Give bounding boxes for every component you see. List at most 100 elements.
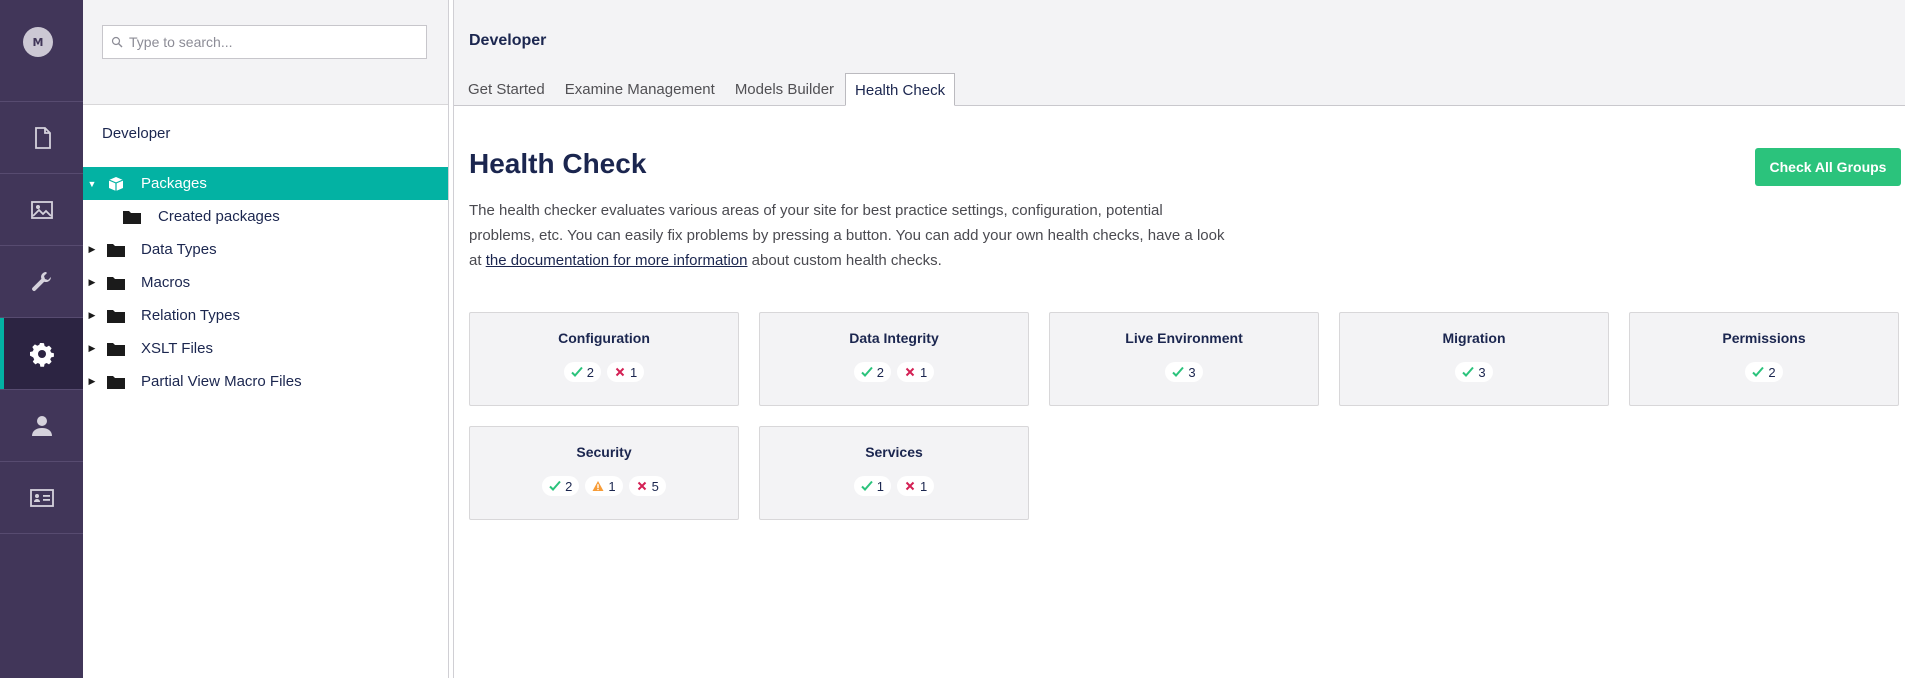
caret-down-icon[interactable]: ▼ bbox=[84, 179, 100, 189]
health-group-card[interactable]: Permissions 2 bbox=[1629, 312, 1899, 406]
tab-bar: Get Started Examine Management Models Buil… bbox=[459, 73, 957, 106]
check-icon bbox=[1172, 366, 1185, 377]
folder-icon bbox=[107, 276, 125, 290]
health-group-card[interactable]: Data Integrity 2 1 bbox=[759, 312, 1029, 406]
tree-header bbox=[83, 0, 449, 105]
health-group-card[interactable]: Migration 3 bbox=[1339, 312, 1609, 406]
check-icon bbox=[549, 480, 561, 491]
group-name: Live Environment bbox=[1125, 330, 1243, 346]
success-count: 2 bbox=[586, 364, 594, 380]
folder-icon bbox=[107, 342, 125, 356]
section-rail: M bbox=[0, 0, 83, 678]
rail-item-image[interactable] bbox=[0, 173, 83, 245]
error-count: 5 bbox=[651, 478, 659, 494]
folder-icon bbox=[107, 309, 125, 323]
error-count: 1 bbox=[920, 364, 928, 380]
success-count-badge: 2 bbox=[563, 362, 601, 382]
page-title: Health Check bbox=[469, 148, 647, 179]
description: The health checker evaluates various are… bbox=[469, 198, 1229, 273]
tree-node[interactable]: Created packages bbox=[83, 200, 449, 233]
check-all-groups-button[interactable]: Check All Groups bbox=[1755, 148, 1901, 186]
caret-right-icon[interactable]: ▶ bbox=[84, 277, 100, 288]
check-icon bbox=[571, 366, 583, 377]
section-name: Developer bbox=[469, 32, 547, 49]
tree-node-label: Partial View Macro Files bbox=[141, 373, 302, 390]
tree-node-label: Packages bbox=[141, 175, 207, 192]
rail-item-gear[interactable] bbox=[0, 317, 83, 389]
caret-right-icon[interactable]: ▶ bbox=[84, 244, 100, 255]
success-count-badge: 2 bbox=[853, 362, 891, 382]
rail-item-document[interactable] bbox=[0, 101, 83, 173]
status-badges: 3 bbox=[1340, 362, 1608, 382]
description-text-end: about custom health checks. bbox=[747, 252, 942, 269]
media-section-icon bbox=[30, 200, 53, 219]
tree-node[interactable]: ▼ Packages bbox=[83, 167, 449, 200]
rail-divider bbox=[0, 533, 83, 534]
group-name: Data Integrity bbox=[849, 330, 939, 346]
success-count-badge: 2 bbox=[542, 476, 580, 496]
success-count: 3 bbox=[1188, 364, 1196, 380]
error-x-icon bbox=[637, 481, 646, 491]
group-name: Permissions bbox=[1722, 330, 1806, 346]
main-header: Developer Get Started Examine Management M… bbox=[454, 0, 1905, 106]
content-section-icon bbox=[34, 126, 51, 149]
tab-examine-management[interactable]: Examine Management bbox=[556, 73, 724, 106]
tree-panel: Developer ▼ Packages Created packages ▶ Data… bbox=[83, 0, 449, 678]
folder-icon bbox=[123, 210, 141, 224]
settings-section-icon bbox=[31, 271, 51, 291]
tree-title: Developer bbox=[102, 125, 171, 142]
health-group-card[interactable]: Services 1 1 bbox=[759, 426, 1029, 520]
tree-node-label: Created packages bbox=[158, 208, 280, 225]
group-name: Services bbox=[865, 444, 923, 460]
tree-node-label: Data Types bbox=[141, 241, 217, 258]
warning-count-badge: 1 bbox=[585, 476, 623, 496]
tab-health-check[interactable]: Health Check bbox=[845, 73, 956, 106]
success-count-badge: 3 bbox=[1165, 362, 1203, 382]
developer-section-icon bbox=[29, 342, 54, 367]
error-count-badge: 1 bbox=[897, 362, 935, 382]
tree-node[interactable]: ▶ XSLT Files bbox=[83, 332, 449, 365]
members-section-icon bbox=[29, 488, 54, 507]
rail-item-wrench[interactable] bbox=[0, 245, 83, 317]
check-icon bbox=[861, 480, 873, 491]
error-x-icon bbox=[615, 367, 625, 377]
health-group-card[interactable]: Security 2 1 5 bbox=[469, 426, 739, 520]
tree-node[interactable]: ▶ Partial View Macro Files bbox=[83, 365, 449, 398]
tree-node[interactable]: ▶ Relation Types bbox=[83, 299, 449, 332]
success-count: 2 bbox=[565, 478, 573, 494]
error-count-badge: 5 bbox=[628, 476, 666, 496]
warning-count: 1 bbox=[608, 478, 616, 494]
tab-get-started[interactable]: Get Started bbox=[459, 73, 554, 106]
check-icon bbox=[1462, 366, 1475, 377]
caret-right-icon[interactable]: ▶ bbox=[84, 310, 100, 321]
folder-icon bbox=[107, 375, 125, 389]
search-input[interactable] bbox=[129, 34, 409, 50]
warning-icon bbox=[592, 481, 604, 491]
error-x-icon bbox=[905, 481, 915, 491]
caret-right-icon[interactable]: ▶ bbox=[84, 376, 100, 387]
caret-right-icon[interactable]: ▶ bbox=[84, 343, 100, 354]
error-count-badge: 1 bbox=[607, 362, 645, 382]
main-panel: Developer Get Started Examine Management M… bbox=[454, 0, 1905, 678]
tab-models-builder[interactable]: Models Builder bbox=[726, 73, 843, 106]
user-avatar[interactable]: M bbox=[23, 27, 53, 57]
status-badges: 21 bbox=[760, 362, 1028, 382]
rail-item-id-card[interactable] bbox=[0, 461, 83, 533]
tree-node[interactable]: ▶ Macros bbox=[83, 266, 449, 299]
health-group-card[interactable]: Live Environment 3 bbox=[1049, 312, 1319, 406]
tree-node-label: Relation Types bbox=[141, 307, 240, 324]
success-count-badge: 1 bbox=[853, 476, 891, 496]
error-count: 1 bbox=[920, 478, 928, 494]
tree-search[interactable] bbox=[102, 25, 427, 59]
tree-node[interactable]: ▶ Data Types bbox=[83, 233, 449, 266]
error-count: 1 bbox=[630, 364, 638, 380]
documentation-link[interactable]: the documentation for more information bbox=[486, 252, 748, 269]
folder-icon bbox=[107, 243, 125, 257]
search-icon bbox=[111, 36, 123, 48]
status-badges: 3 bbox=[1050, 362, 1318, 382]
users-section-icon bbox=[31, 415, 52, 436]
rail-item-user[interactable] bbox=[0, 389, 83, 461]
success-count: 2 bbox=[1768, 364, 1776, 380]
error-x-icon bbox=[905, 367, 915, 377]
health-group-card[interactable]: Configuration 2 1 bbox=[469, 312, 739, 406]
